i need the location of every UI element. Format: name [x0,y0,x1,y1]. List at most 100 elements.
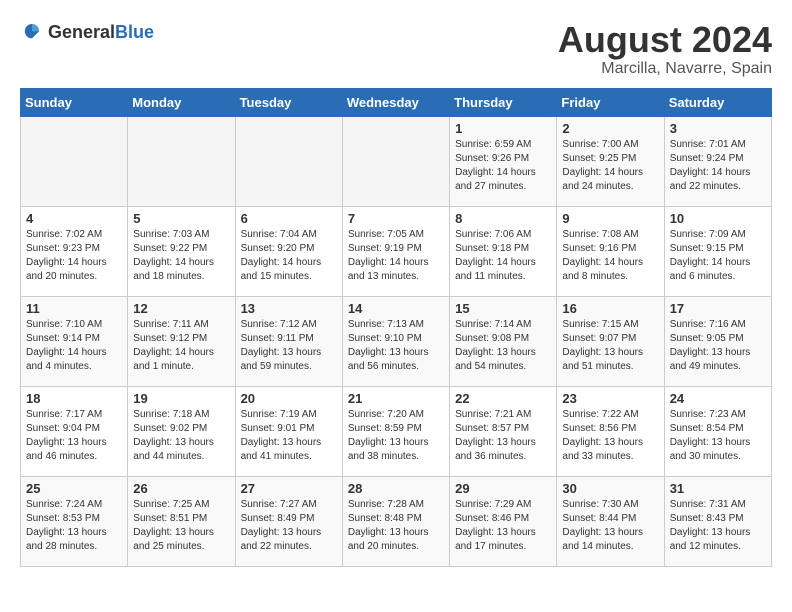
calendar-cell: 22Sunrise: 7:21 AM Sunset: 8:57 PM Dayli… [450,386,557,476]
calendar-cell: 15 Sunrise: 7:14 AM Sunset: 9:08 PM Dayli… [450,296,557,386]
day-info: Sunrise: 7:28 AM Sunset: 8:48 PM Dayligh… [348,498,444,554]
day-number: 4 [26,211,122,226]
day-info: Sunrise: 7:27 AM Sunset: 8:49 PM Dayligh… [241,498,337,554]
calendar-cell: 16 Sunrise: 7:15 AM Sunset: 9:07 PM Dayli… [557,296,664,386]
calendar-cell: 10Sunrise: 7:09 AM Sunset: 9:15 PM Dayli… [664,206,771,296]
page-subtitle: Marcilla, Navarre, Spain [558,60,772,78]
day-info: Sunrise: 7:15 AM Sunset: 9:07 PM Dayligh… [562,318,658,374]
calendar-cell: 14Sunrise: 7:13 AM Sunset: 9:10 PM Dayli… [342,296,449,386]
calendar-cell: 19 Sunrise: 7:18 AM Sunset: 9:02 PM Dayli… [128,386,235,476]
day-info: Sunrise: 7:19 AM Sunset: 9:01 PM Dayligh… [241,408,337,464]
day-info: Sunrise: 7:25 AM Sunset: 8:51 PM Dayligh… [133,498,229,554]
logo: GeneralBlue [20,20,154,44]
calendar-cell [128,116,235,206]
header: GeneralBlue August 2024 Marcilla, Navarr… [20,20,772,78]
day-number: 31 [670,481,766,496]
calendar-cell: 8 Sunrise: 7:06 AM Sunset: 9:18 PM Daylig… [450,206,557,296]
day-info: Sunrise: 7:02 AM Sunset: 9:23 PM Dayligh… [26,228,122,284]
day-info: Sunrise: 6:59 AM Sunset: 9:26 PM Dayligh… [455,138,551,194]
day-info: Sunrise: 7:20 AM Sunset: 8:59 PM Dayligh… [348,408,444,464]
day-info: Sunrise: 7:16 AM Sunset: 9:05 PM Dayligh… [670,318,766,374]
day-number: 24 [670,391,766,406]
day-info: Sunrise: 7:14 AM Sunset: 9:08 PM Dayligh… [455,318,551,374]
calendar-cell: 29 Sunrise: 7:29 AM Sunset: 8:46 PM Dayli… [450,476,557,566]
day-info: Sunrise: 7:31 AM Sunset: 8:43 PM Dayligh… [670,498,766,554]
day-info: Sunrise: 7:08 AM Sunset: 9:16 PM Dayligh… [562,228,658,284]
calendar-cell: 24 Sunrise: 7:23 AM Sunset: 8:54 PM Dayli… [664,386,771,476]
day-info: Sunrise: 7:11 AM Sunset: 9:12 PM Dayligh… [133,318,229,374]
day-info: Sunrise: 7:05 AM Sunset: 9:19 PM Dayligh… [348,228,444,284]
title-section: August 2024 Marcilla, Navarre, Spain [558,20,772,78]
calendar-cell: 12Sunrise: 7:11 AM Sunset: 9:12 PM Dayli… [128,296,235,386]
logo-text-blue: Blue [115,22,154,42]
day-number: 5 [133,211,229,226]
day-info: Sunrise: 7:10 AM Sunset: 9:14 PM Dayligh… [26,318,122,374]
calendar-cell: 11 Sunrise: 7:10 AM Sunset: 9:14 PM Dayli… [21,296,128,386]
day-number: 8 [455,211,551,226]
calendar-table: SundayMondayTuesdayWednesdayThursdayFrid… [20,88,772,567]
calendar-week-row: 18 Sunrise: 7:17 AM Sunset: 9:04 PM Dayli… [21,386,772,476]
day-number: 2 [562,121,658,136]
calendar-cell [21,116,128,206]
calendar-cell: 18 Sunrise: 7:17 AM Sunset: 9:04 PM Dayli… [21,386,128,476]
day-number: 15 [455,301,551,316]
day-number: 9 [562,211,658,226]
day-number: 11 [26,301,122,316]
calendar-week-row: 4 Sunrise: 7:02 AM Sunset: 9:23 PM Daylig… [21,206,772,296]
calendar-cell: 13 Sunrise: 7:12 AM Sunset: 9:11 PM Dayli… [235,296,342,386]
day-info: Sunrise: 7:29 AM Sunset: 8:46 PM Dayligh… [455,498,551,554]
day-number: 19 [133,391,229,406]
day-number: 7 [348,211,444,226]
calendar-cell: 4 Sunrise: 7:02 AM Sunset: 9:23 PM Daylig… [21,206,128,296]
calendar-cell: 1Sunrise: 6:59 AM Sunset: 9:26 PM Daylig… [450,116,557,206]
day-info: Sunrise: 7:03 AM Sunset: 9:22 PM Dayligh… [133,228,229,284]
day-number: 6 [241,211,337,226]
day-number: 16 [562,301,658,316]
day-number: 18 [26,391,122,406]
logo-icon [20,20,44,44]
day-number: 10 [670,211,766,226]
day-number: 13 [241,301,337,316]
calendar-week-row: 1Sunrise: 6:59 AM Sunset: 9:26 PM Daylig… [21,116,772,206]
column-header-thursday: Thursday [450,88,557,116]
day-info: Sunrise: 7:22 AM Sunset: 8:56 PM Dayligh… [562,408,658,464]
day-number: 28 [348,481,444,496]
column-header-wednesday: Wednesday [342,88,449,116]
calendar-week-row: 11 Sunrise: 7:10 AM Sunset: 9:14 PM Dayli… [21,296,772,386]
day-number: 17 [670,301,766,316]
column-header-monday: Monday [128,88,235,116]
day-number: 23 [562,391,658,406]
day-info: Sunrise: 7:04 AM Sunset: 9:20 PM Dayligh… [241,228,337,284]
page-title: August 2024 [558,20,772,60]
day-number: 26 [133,481,229,496]
day-number: 29 [455,481,551,496]
day-info: Sunrise: 7:01 AM Sunset: 9:24 PM Dayligh… [670,138,766,194]
day-number: 20 [241,391,337,406]
calendar-cell: 3 Sunrise: 7:01 AM Sunset: 9:24 PM Daylig… [664,116,771,206]
calendar-header-row: SundayMondayTuesdayWednesdayThursdayFrid… [21,88,772,116]
calendar-cell: 7 Sunrise: 7:05 AM Sunset: 9:19 PM Daylig… [342,206,449,296]
day-number: 27 [241,481,337,496]
day-info: Sunrise: 7:06 AM Sunset: 9:18 PM Dayligh… [455,228,551,284]
column-header-friday: Friday [557,88,664,116]
day-info: Sunrise: 7:21 AM Sunset: 8:57 PM Dayligh… [455,408,551,464]
day-info: Sunrise: 7:23 AM Sunset: 8:54 PM Dayligh… [670,408,766,464]
calendar-cell: 27 Sunrise: 7:27 AM Sunset: 8:49 PM Dayli… [235,476,342,566]
calendar-cell: 23 Sunrise: 7:22 AM Sunset: 8:56 PM Dayli… [557,386,664,476]
calendar-cell: 5 Sunrise: 7:03 AM Sunset: 9:22 PM Daylig… [128,206,235,296]
calendar-cell: 25Sunrise: 7:24 AM Sunset: 8:53 PM Dayli… [21,476,128,566]
calendar-cell: 2 Sunrise: 7:00 AM Sunset: 9:25 PM Daylig… [557,116,664,206]
day-info: Sunrise: 7:00 AM Sunset: 9:25 PM Dayligh… [562,138,658,194]
calendar-cell: 6 Sunrise: 7:04 AM Sunset: 9:20 PM Daylig… [235,206,342,296]
calendar-cell: 28 Sunrise: 7:28 AM Sunset: 8:48 PM Dayli… [342,476,449,566]
calendar-cell: 20 Sunrise: 7:19 AM Sunset: 9:01 PM Dayli… [235,386,342,476]
day-info: Sunrise: 7:18 AM Sunset: 9:02 PM Dayligh… [133,408,229,464]
day-info: Sunrise: 7:12 AM Sunset: 9:11 PM Dayligh… [241,318,337,374]
day-info: Sunrise: 7:17 AM Sunset: 9:04 PM Dayligh… [26,408,122,464]
day-number: 21 [348,391,444,406]
calendar-cell: 17 Sunrise: 7:16 AM Sunset: 9:05 PM Dayli… [664,296,771,386]
day-info: Sunrise: 7:30 AM Sunset: 8:44 PM Dayligh… [562,498,658,554]
day-number: 3 [670,121,766,136]
calendar-cell [342,116,449,206]
calendar-cell: 31 Sunrise: 7:31 AM Sunset: 8:43 PM Dayli… [664,476,771,566]
